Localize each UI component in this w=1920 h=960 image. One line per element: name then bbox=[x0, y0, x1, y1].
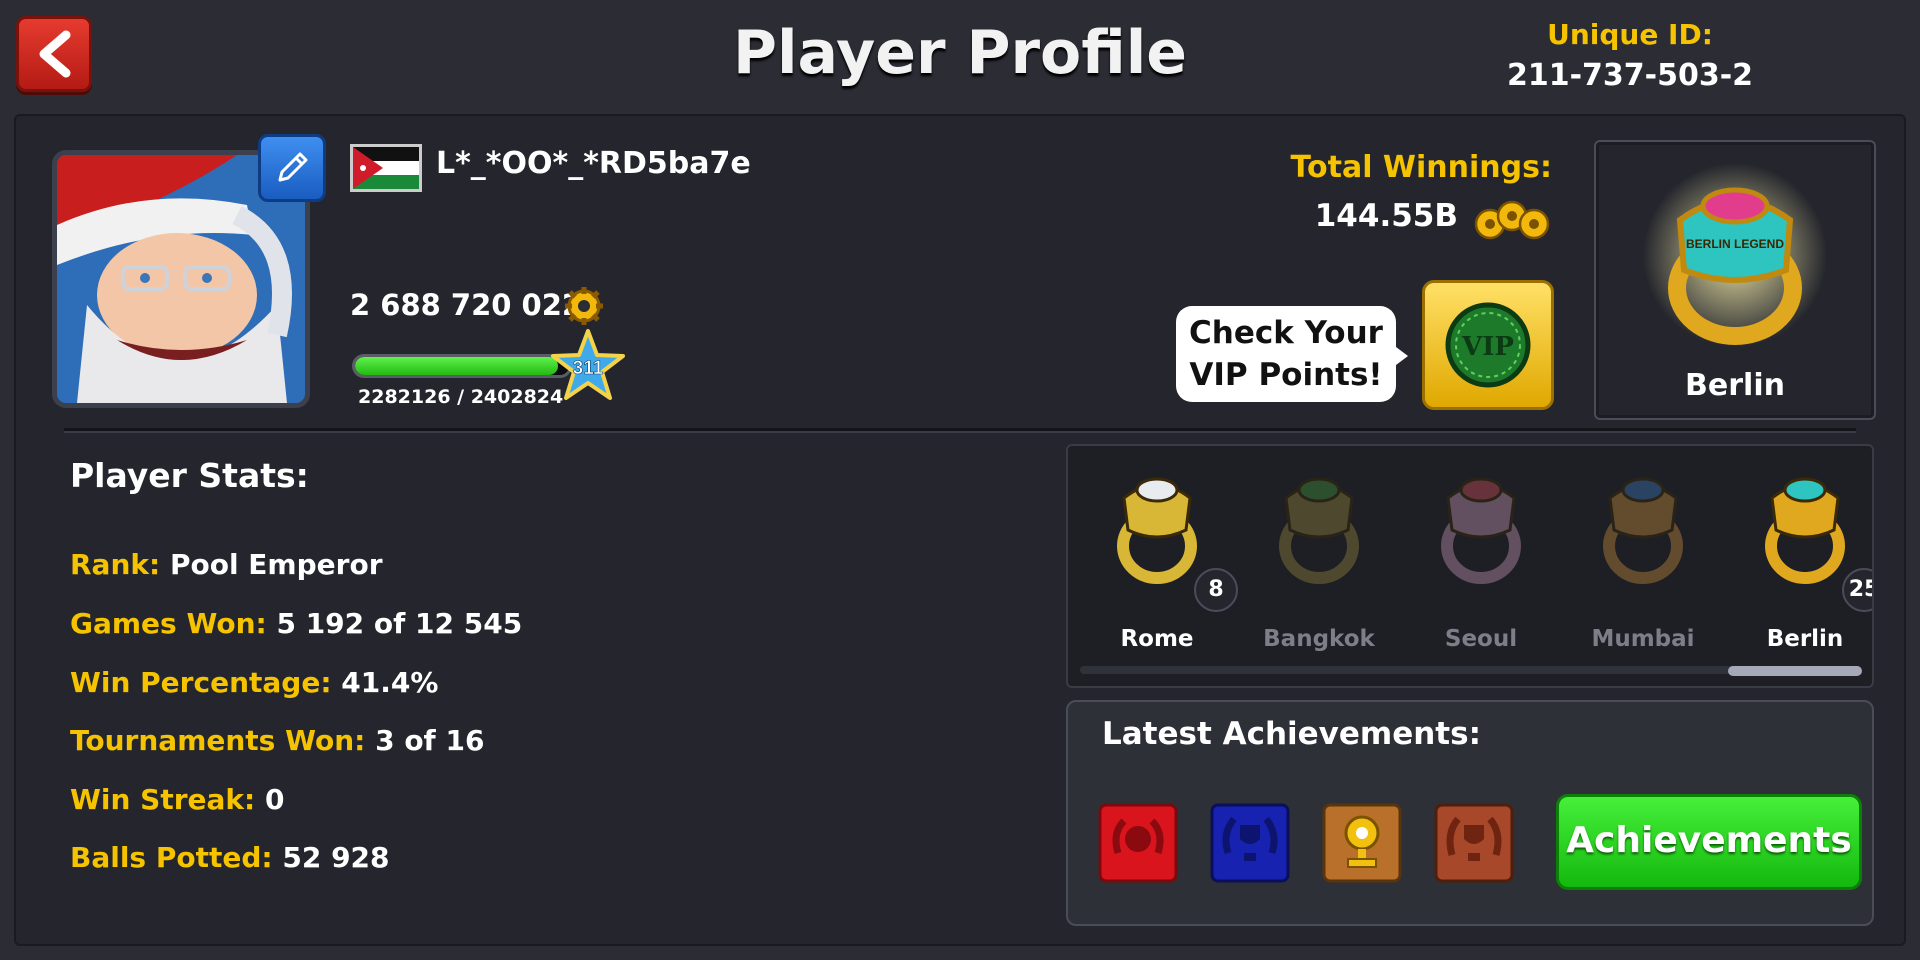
vip-points-callout[interactable]: Check Your VIP Points! bbox=[1176, 306, 1396, 402]
blue-laurel-trophy-badge-icon bbox=[1210, 803, 1290, 883]
berlin-ring-icon bbox=[1765, 477, 1845, 584]
stat-win-streak: Win Streak: 0 bbox=[70, 783, 284, 816]
section-divider bbox=[64, 428, 1856, 431]
latest-achievements-title: Latest Achievements: bbox=[1102, 716, 1481, 752]
red-laurel-badge-icon bbox=[1098, 803, 1178, 883]
stat-value: 41.4% bbox=[341, 666, 439, 699]
ring-name: Bangkok bbox=[1263, 626, 1375, 652]
coins-balance: 2 688 720 022 bbox=[350, 288, 583, 322]
vip-badge-text: VIP bbox=[1461, 332, 1514, 362]
achievement-badge-1[interactable] bbox=[1092, 796, 1184, 890]
ring-slot-rome[interactable]: Rome 8 bbox=[1082, 458, 1238, 658]
gold-trophy-badge-icon bbox=[1322, 803, 1402, 883]
vip-button[interactable]: VIP bbox=[1422, 280, 1554, 410]
achievements-button[interactable]: Achievements bbox=[1556, 794, 1862, 890]
stat-label: Games Won: bbox=[70, 607, 267, 640]
rings-collection-strip[interactable]: Rome8 Bangkok Seoul Mumbai Berlin 25 bbox=[1066, 444, 1874, 688]
stat-win-percentage: Win Percentage: 41.4% bbox=[70, 666, 438, 699]
page-title: Player Profile bbox=[733, 18, 1187, 88]
achievement-badge-4[interactable] bbox=[1428, 796, 1520, 890]
stat-balls-potted: Balls Potted: 52 928 bbox=[70, 841, 390, 874]
vip-badge-icon: VIP bbox=[1445, 302, 1531, 388]
ring-count-badge: 25 bbox=[1842, 568, 1872, 612]
achievement-badge-2[interactable] bbox=[1204, 796, 1296, 890]
ring-count-badge: 8 bbox=[1194, 568, 1238, 612]
stat-value: 5 192 of 12 545 bbox=[276, 607, 523, 640]
stat-value: 52 928 bbox=[282, 841, 390, 874]
stat-rank: Rank: Pool Emperor bbox=[70, 548, 383, 581]
stat-label: Rank: bbox=[70, 548, 161, 581]
total-winnings-label: Total Winnings: bbox=[1290, 150, 1552, 185]
featured-ring-text: BERLIN LEGEND bbox=[1686, 237, 1784, 251]
ring-name: Berlin bbox=[1766, 626, 1844, 652]
xp-progress-fill bbox=[355, 357, 559, 375]
ring-slot-bangkok[interactable]: Bangkok bbox=[1244, 458, 1394, 658]
ring-name: Seoul bbox=[1444, 626, 1518, 652]
cash-stack-icon bbox=[1474, 200, 1550, 240]
player-stats-title: Player Stats: bbox=[70, 456, 309, 495]
berlin-ring-icon: BERLIN LEGEND bbox=[1643, 163, 1827, 347]
stat-label: Win Percentage: bbox=[70, 666, 332, 699]
seoul-ring-icon bbox=[1441, 477, 1521, 584]
bronze-trophy-badge-icon bbox=[1434, 803, 1514, 883]
stat-games-won: Games Won: 5 192 of 12 545 bbox=[70, 607, 522, 640]
stat-value: 0 bbox=[264, 783, 285, 816]
chevron-left-icon bbox=[39, 30, 71, 78]
featured-ring-name: Berlin bbox=[1685, 368, 1785, 403]
rome-ring-icon bbox=[1117, 477, 1197, 584]
bangkok-ring-icon bbox=[1279, 477, 1359, 584]
coin-icon bbox=[565, 287, 603, 325]
stat-label: Tournaments Won: bbox=[70, 724, 366, 757]
ring-slot-mumbai[interactable]: Mumbai bbox=[1568, 458, 1718, 658]
stat-label: Win Streak: bbox=[70, 783, 256, 816]
total-winnings-value: 144.55B bbox=[1314, 198, 1458, 234]
stat-value: Pool Emperor bbox=[169, 548, 383, 581]
vip-callout-line-2: VIP Points! bbox=[1189, 357, 1383, 393]
stat-tournaments-won: Tournaments Won: 3 of 16 bbox=[70, 724, 484, 757]
rings-scrollbar-thumb[interactable] bbox=[1728, 666, 1862, 676]
mumbai-ring-icon bbox=[1603, 477, 1683, 584]
level-number: 311 bbox=[573, 358, 604, 379]
stat-value: 3 of 16 bbox=[375, 724, 485, 757]
vip-callout-line-1: Check Your bbox=[1189, 315, 1383, 351]
xp-progress-text: 2282126 / 2402824 bbox=[358, 386, 564, 408]
jordan-flag-icon bbox=[350, 144, 422, 192]
unique-id-value: 211-737-503-2 bbox=[1506, 58, 1754, 93]
stat-label: Balls Potted: bbox=[70, 841, 273, 874]
pencil-icon bbox=[278, 152, 308, 182]
unique-id-label: Unique ID: bbox=[1547, 18, 1713, 51]
edit-profile-button[interactable] bbox=[258, 134, 326, 202]
back-button[interactable] bbox=[16, 16, 92, 92]
ring-name: Mumbai bbox=[1591, 626, 1695, 652]
achievement-badge-3[interactable] bbox=[1316, 796, 1408, 890]
player-name: L*_*OO*_*RD5ba7e bbox=[436, 146, 751, 181]
ring-slot-berlin[interactable]: Berlin 25 bbox=[1730, 458, 1872, 658]
callout-tail bbox=[1392, 344, 1408, 368]
xp-progress-bar bbox=[352, 354, 572, 378]
ring-name: Rome bbox=[1120, 626, 1194, 652]
ring-slot-seoul[interactable]: Seoul bbox=[1406, 458, 1556, 658]
